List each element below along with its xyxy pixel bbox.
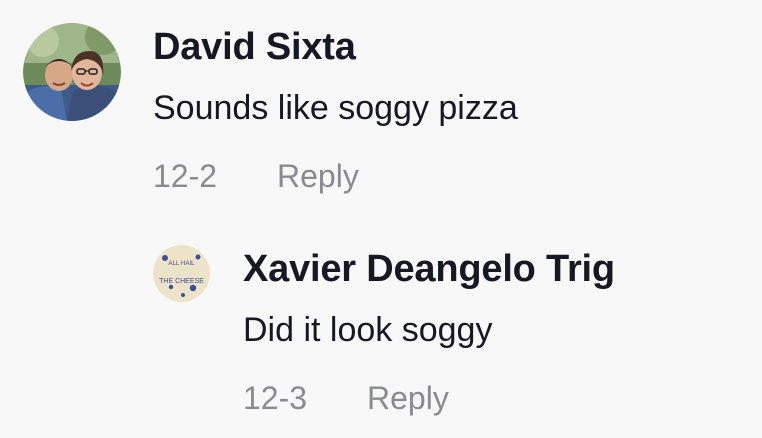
- reply-button[interactable]: Reply: [367, 377, 449, 419]
- comment-text: Did it look soggy: [243, 311, 493, 349]
- user-avatar[interactable]: ALL HAIL THE CHEESE: [153, 245, 210, 302]
- comment-date: 12-2: [153, 158, 218, 194]
- comment-text: Sounds like soggy pizza: [153, 89, 518, 127]
- comment-date: 12-3: [243, 380, 308, 416]
- comment-thread: David Sixta Sounds like soggy pizza 12-2…: [0, 0, 762, 438]
- avatar-text-top: ALL HAIL: [168, 260, 195, 267]
- comment-author[interactable]: David Sixta: [153, 24, 356, 70]
- reply-button[interactable]: Reply: [277, 155, 359, 197]
- avatar-text-bottom: THE CHEESE: [159, 278, 204, 285]
- user-avatar[interactable]: [23, 23, 121, 121]
- comment-author[interactable]: Xavier Deangelo Trig: [243, 246, 615, 292]
- cheese-logo-icon: ALL HAIL THE CHEESE: [153, 245, 210, 302]
- couple-photo-icon: [23, 23, 121, 121]
